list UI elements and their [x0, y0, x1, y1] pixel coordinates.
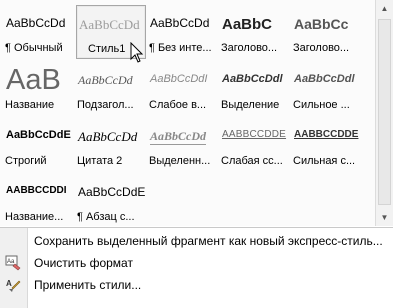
clear-format-item[interactable]: Aa Очистить формат: [0, 252, 393, 274]
style-label: ¶ Без инте...: [149, 42, 212, 54]
save-selection-label: Сохранить выделенный фрагмент как новый …: [34, 234, 383, 248]
style-label: ¶ Обычный: [5, 42, 63, 54]
style-label: Слабая сс...: [221, 155, 283, 167]
style-tile[interactable]: AaB Название: [4, 62, 74, 116]
style-label: Слабое в...: [149, 99, 207, 111]
style-tile[interactable]: AaBbCcDd Выделенн...: [148, 118, 218, 172]
apply-styles-icon: A: [6, 279, 21, 292]
scroll-up-button[interactable]: ▲: [376, 0, 393, 17]
svg-text:Aa: Aa: [7, 259, 15, 265]
style-label: Заголово...: [221, 42, 278, 54]
style-sample: AaBbCcDdE: [6, 129, 71, 141]
style-sample: AABBCCDDE: [222, 129, 287, 140]
style-tile[interactable]: AABBCCDDE Сильная с...: [292, 118, 362, 172]
style-sample: AaBbCcDdl: [222, 73, 283, 85]
style-sample: AABBCCDDE: [294, 129, 359, 140]
style-tile[interactable]: AABBCCDDE Слабая сс...: [220, 118, 290, 172]
style-label: Выделение: [221, 99, 280, 111]
apply-styles-item[interactable]: A Применить стили...: [0, 274, 393, 296]
style-sample: AaBbCcDdE: [78, 185, 146, 199]
clear-format-icon: Aa: [5, 255, 21, 271]
style-label: Сильное ...: [293, 99, 350, 111]
style-label: Выделенн...: [149, 155, 211, 167]
scroll-thumb[interactable]: [378, 19, 391, 205]
style-label: Заголово...: [293, 42, 350, 54]
style-sample: AaBbCcDdI: [150, 73, 208, 85]
style-sample: AABBCCDDI: [6, 185, 67, 196]
style-tile[interactable]: AABBCCDDI Название...: [4, 174, 74, 228]
style-sample: AaBbCcDdl: [294, 73, 355, 85]
style-label: Название: [5, 99, 55, 111]
apply-styles-label: Применить стили...: [34, 278, 142, 292]
style-tile[interactable]: AaBbCcDdI Слабое в...: [148, 62, 218, 116]
style-sample: AaBbCcDd: [6, 16, 66, 30]
style-label: Подзагол...: [77, 99, 134, 111]
style-tile[interactable]: AaBbCc Заголово...: [292, 5, 362, 59]
style-sample: AaBbCcDd: [79, 17, 140, 32]
style-tile[interactable]: AaBbCcDd Цитата 2: [76, 118, 146, 172]
style-tile[interactable]: AaBbCcDd ¶ Обычный: [4, 5, 74, 59]
style-tile[interactable]: AaBbCcDdl Сильное ...: [292, 62, 362, 116]
style-sample: AaBbCcDd: [78, 129, 138, 144]
style-label: Название...: [5, 211, 64, 223]
style-tile[interactable]: AaBbCcDd Подзагол...: [76, 62, 146, 116]
style-sample: AaBbCcDd: [78, 73, 133, 87]
svg-text:A: A: [6, 279, 12, 288]
gallery-scrollbar[interactable]: ▲ ▼: [376, 0, 393, 226]
style-tile[interactable]: AaBbCcDdE ¶ Абзац с...: [76, 174, 146, 228]
style-label: Цитата 2: [77, 155, 123, 167]
scroll-down-button[interactable]: ▼: [376, 209, 393, 226]
style-label: ¶ Абзац с...: [77, 211, 135, 223]
style-label: Сильная с...: [293, 155, 356, 167]
save-selection-as-style-item[interactable]: Сохранить выделенный фрагмент как новый …: [0, 230, 393, 252]
style-sample: AaBbC: [222, 16, 273, 33]
style-sample: AaBbCcDd: [150, 16, 210, 30]
style-tile[interactable]: AaBbCcDd ¶ Без инте...: [148, 5, 218, 59]
style-sample: AaBbCcDd: [150, 129, 207, 145]
style-sample: AaB: [6, 64, 61, 96]
styles-menu: Сохранить выделенный фрагмент как новый …: [0, 227, 393, 308]
style-tile[interactable]: AaBbC Заголово...: [220, 5, 290, 59]
quick-styles-gallery: AaBbCcDd ¶ Обычный AaBbCcDd Стиль1 AaBbCcDd ¶…: [0, 0, 376, 226]
style-tile[interactable]: AaBbCcDdE Строгий: [4, 118, 74, 172]
style-tile[interactable]: AaBbCcDdl Выделение: [220, 62, 290, 116]
clear-format-label: Очистить формат: [34, 256, 133, 270]
mouse-pointer-icon: [130, 42, 144, 63]
style-label: Строгий: [5, 155, 47, 167]
style-sample: AaBbCc: [294, 16, 349, 32]
